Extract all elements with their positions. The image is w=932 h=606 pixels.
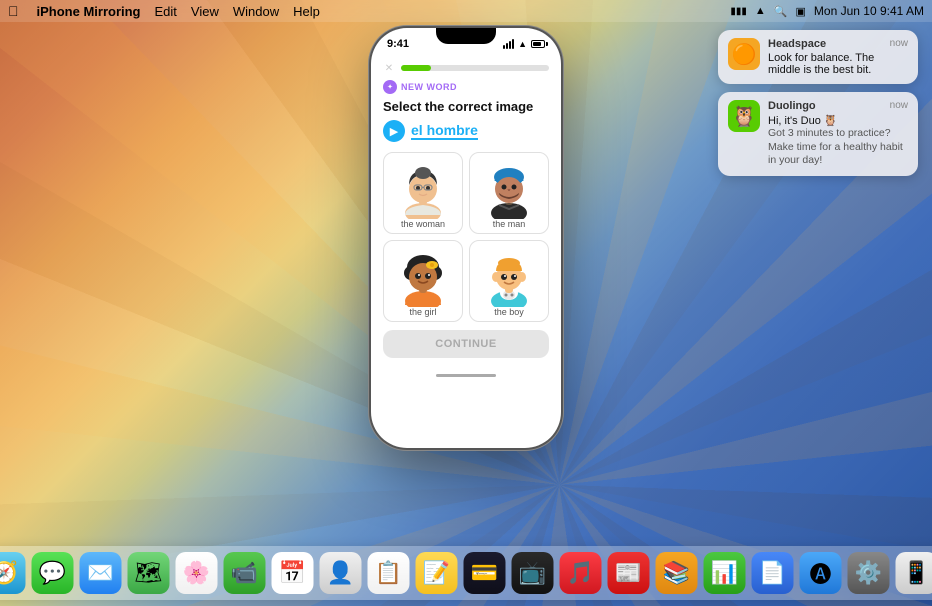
woman-avatar: [393, 159, 453, 219]
boy-avatar: [479, 247, 539, 307]
progress-bar-background: [401, 65, 549, 71]
image-option-boy[interactable]: the boy: [469, 240, 549, 322]
home-bar: [436, 374, 496, 377]
dock-iphone-mirror[interactable]: 📱: [896, 552, 932, 594]
dock-calendar[interactable]: 📅: [272, 552, 314, 594]
dock-maps[interactable]: 🗺: [128, 552, 170, 594]
duolingo-title: Hi, it's Duo 🦉: [768, 114, 908, 127]
battery-indicator: ▮▮▮: [730, 6, 747, 17]
iphone-notch: [436, 28, 496, 44]
dock-books[interactable]: 📚: [656, 552, 698, 594]
dock-appstore[interactable]: 🅐: [800, 552, 842, 594]
duolingo-header: Duolingo now: [768, 100, 908, 112]
notifications-area: 🟠 Headspace now Look for balance. The mi…: [718, 30, 918, 176]
image-option-man[interactable]: the man: [469, 152, 549, 234]
dock-pages[interactable]: 📄: [752, 552, 794, 594]
menubar-left:  iPhone Mirroring Edit View Window Help: [8, 3, 320, 19]
menubar:  iPhone Mirroring Edit View Window Help…: [0, 0, 932, 22]
menu-edit[interactable]: Edit: [155, 4, 177, 19]
iphone-screen[interactable]: 9:41 ▲ ✕: [371, 28, 561, 448]
new-word-icon: ✦: [383, 80, 397, 94]
menu-view[interactable]: View: [191, 4, 219, 19]
dock-facetime[interactable]: 📹: [224, 552, 266, 594]
dock-wallet[interactable]: 💳: [464, 552, 506, 594]
dock-settings[interactable]: ⚙️: [848, 552, 890, 594]
iphone-status-icons: ▲: [503, 39, 545, 49]
dock-numbers[interactable]: 📊: [704, 552, 746, 594]
new-word-label: ✦ NEW WORD: [383, 80, 549, 94]
dock-messages[interactable]: 💬: [32, 552, 74, 594]
headspace-time: now: [890, 38, 908, 50]
boy-caption: the boy: [494, 307, 524, 317]
progress-area: ✕: [383, 62, 549, 74]
dock-photos[interactable]: 🌸: [176, 552, 218, 594]
headspace-content: Headspace now Look for balance. The midd…: [768, 38, 908, 76]
headspace-title: Look for balance. The middle is the best…: [768, 52, 908, 76]
girl-caption: the girl: [409, 307, 436, 317]
apple-menu-icon[interactable]: : [8, 3, 19, 19]
close-button[interactable]: ✕: [383, 62, 395, 74]
dock: 🖥 ⠿ 🧭 💬 ✉️ 🗺 🌸 📹 📅 👤 📋 📝 💳 📺 🎵 📰: [0, 546, 932, 600]
headspace-header: Headspace now: [768, 38, 908, 50]
wifi-signal-icon: ▲: [518, 39, 527, 49]
duolingo-content: Duolingo now Hi, it's Duo 🦉 Got 3 minute…: [768, 100, 908, 168]
duolingo-app-name: Duolingo: [768, 100, 816, 112]
speaker-button[interactable]: ▶: [383, 120, 405, 142]
image-option-girl[interactable]: the girl: [383, 240, 463, 322]
man-caption: the man: [493, 219, 526, 229]
dock-music[interactable]: 🎵: [560, 552, 602, 594]
dock-contacts[interactable]: 👤: [320, 552, 362, 594]
menubar-right: ▮▮▮ ▲ 🔍 ▣ Mon Jun 10 9:41 AM: [730, 4, 924, 18]
dock-reminders[interactable]: 📋: [368, 552, 410, 594]
menu-window[interactable]: Window: [233, 4, 279, 19]
menu-help[interactable]: Help: [293, 4, 320, 19]
word-label: el hombre: [411, 122, 478, 140]
headspace-app-name: Headspace: [768, 38, 826, 50]
menubar-time: Mon Jun 10 9:41 AM: [814, 4, 924, 18]
new-word-text: NEW WORD: [401, 82, 457, 92]
duolingo-app-content: ✕ ✦ NEW WORD Select the correct image ▶ …: [371, 56, 561, 366]
duolingo-time: now: [890, 100, 908, 112]
signal-icon: [503, 39, 514, 49]
dock-appletv[interactable]: 📺: [512, 552, 554, 594]
man-avatar: [479, 159, 539, 219]
girl-avatar: [393, 247, 453, 307]
dock-notes[interactable]: 📝: [416, 552, 458, 594]
progress-bar-fill: [401, 65, 431, 71]
woman-caption: the woman: [401, 219, 445, 229]
duolingo-icon: 🦉: [728, 100, 760, 132]
iphone-time: 9:41: [387, 38, 409, 50]
word-row: ▶ el hombre: [383, 120, 549, 142]
duolingo-body: Got 3 minutes to practice? Make time for…: [768, 127, 908, 168]
dock-news[interactable]: 📰: [608, 552, 650, 594]
headspace-icon: 🟠: [728, 38, 760, 70]
iphone-mirroring-frame: 9:41 ▲ ✕: [371, 28, 561, 448]
dock-safari[interactable]: 🧭: [0, 552, 26, 594]
dock-mail[interactable]: ✉️: [80, 552, 122, 594]
iphone-battery-icon: [531, 40, 545, 48]
iphone-statusbar: 9:41 ▲: [371, 28, 561, 56]
question-text: Select the correct image: [383, 99, 549, 114]
image-grid: the woman: [383, 152, 549, 322]
control-center-icon[interactable]: ▣: [796, 5, 806, 18]
app-name-label: iPhone Mirroring: [37, 4, 141, 19]
continue-button[interactable]: CONTINUE: [383, 330, 549, 358]
notification-headspace[interactable]: 🟠 Headspace now Look for balance. The mi…: [718, 30, 918, 84]
image-option-woman[interactable]: the woman: [383, 152, 463, 234]
iphone-home-indicator: [371, 366, 561, 384]
notification-duolingo[interactable]: 🦉 Duolingo now Hi, it's Duo 🦉 Got 3 minu…: [718, 92, 918, 176]
wifi-icon: ▲: [755, 5, 766, 17]
search-icon[interactable]: 🔍: [774, 5, 788, 18]
